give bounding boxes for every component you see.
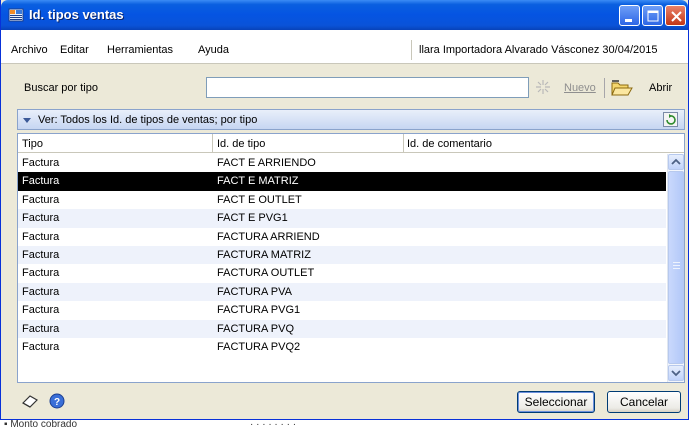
cell-id-tipo: FACTURA PVQ — [217, 322, 295, 335]
new-sparkle-icon — [536, 80, 550, 94]
table-row[interactable]: Factura FACTURA PVG1 — [18, 301, 666, 319]
chevron-down-icon — [671, 370, 681, 377]
cell-tipo: Factura — [22, 285, 60, 298]
cell-id-tipo: FACT E OUTLET — [217, 193, 302, 206]
chevron-down-icon — [23, 118, 31, 123]
types-table: Tipo Id. de tipo Id. de comentario Factu… — [17, 133, 685, 383]
cell-id-tipo: FACTURA ARRIEND — [217, 230, 320, 243]
background-window-strip: ▪ Monto cobrado · · · · · · · · — [0, 418, 689, 432]
title-bar[interactable]: Id. tipos ventas — [1, 0, 688, 30]
select-button[interactable]: Seleccionar — [517, 391, 595, 413]
window-title: Id. tipos ventas — [29, 7, 124, 22]
table-row[interactable]: Factura FACT E MATRIZ — [18, 172, 666, 191]
app-grid-icon — [8, 8, 24, 22]
table-row[interactable]: Factura FACTURA PVQ2 — [18, 338, 666, 356]
search-input[interactable] — [206, 77, 529, 98]
table-row[interactable]: Factura FACTURA OUTLET — [18, 264, 666, 282]
cell-id-tipo: FACT E MATRIZ — [217, 175, 299, 188]
toolbar-divider — [604, 78, 605, 98]
table-row[interactable]: Factura FACT E PVG1 — [18, 209, 666, 228]
scroll-down-button[interactable] — [668, 365, 684, 381]
table-body: Factura FACT E ARRIENDO Factura FACT E MAT… — [18, 154, 666, 356]
view-label[interactable]: Ver: Todos los Id. de tipos de ventas; p… — [38, 114, 257, 126]
open-button[interactable]: Abrir — [649, 82, 672, 94]
cell-id-tipo: FACTURA OUTLET — [217, 267, 315, 280]
eraser-icon[interactable] — [21, 394, 39, 408]
menu-divider — [411, 40, 412, 60]
cell-tipo: Factura — [22, 230, 60, 243]
menu-bar: Archivo Editar Herramientas Ayuda llara … — [1, 30, 688, 64]
cell-id-tipo: FACTURA PVQ2 — [217, 340, 301, 353]
table-row[interactable]: Factura FACTURA MATRIZ — [18, 245, 666, 265]
company-date-info: llara Importadora Alvarado Vásconez 30/0… — [419, 44, 658, 56]
view-selector-bar[interactable]: Ver: Todos los Id. de tipos de ventas; p… — [17, 109, 685, 130]
table-row[interactable]: Factura FACTURA PVA — [18, 282, 666, 302]
cell-id-tipo: FACTURA PVG1 — [217, 304, 301, 317]
cell-id-tipo: FACTURA MATRIZ — [217, 248, 311, 261]
maximize-icon — [647, 10, 659, 22]
column-header-id-tipo[interactable]: Id. de tipo — [217, 138, 265, 150]
svg-text:?: ? — [54, 397, 60, 408]
help-icon[interactable]: ? — [49, 393, 65, 409]
column-header-id-comentario[interactable]: Id. de comentario — [407, 138, 492, 150]
refresh-icon[interactable] — [663, 112, 678, 127]
close-icon — [671, 11, 682, 22]
table-header: Tipo Id. de tipo Id. de comentario — [18, 134, 684, 153]
table-row[interactable]: Factura FACT E ARRIENDO — [18, 154, 666, 172]
background-text: ▪ Monto cobrado — [4, 419, 78, 430]
cell-tipo: Factura — [22, 193, 60, 206]
cell-tipo: Factura — [22, 322, 60, 335]
new-button[interactable]: Nuevo — [564, 82, 596, 94]
folder-open-icon[interactable] — [611, 79, 633, 97]
cancel-button[interactable]: Cancelar — [607, 391, 681, 413]
background-text: · · · · · · · · — [250, 419, 297, 430]
cell-tipo: Factura — [22, 175, 60, 188]
table-row[interactable]: Factura FACTURA PVQ — [18, 319, 666, 338]
scroll-grip — [673, 268, 680, 269]
menu-herramientas[interactable]: Herramientas — [107, 44, 173, 56]
scroll-thumb[interactable] — [668, 171, 684, 364]
menu-archivo[interactable]: Archivo — [11, 44, 48, 56]
column-divider[interactable] — [212, 134, 213, 153]
cell-tipo: Factura — [22, 212, 60, 225]
dialog-window: Id. tipos ventas Archivo Editar Herramie… — [0, 0, 689, 420]
cell-tipo: Factura — [22, 157, 60, 169]
minimize-icon — [625, 19, 632, 22]
table-row[interactable]: Factura FACTURA ARRIEND — [18, 228, 666, 246]
column-divider[interactable] — [403, 134, 404, 153]
cell-tipo: Factura — [22, 248, 60, 261]
menu-ayuda[interactable]: Ayuda — [198, 44, 229, 56]
vertical-scrollbar[interactable] — [667, 154, 684, 382]
chevron-up-icon — [671, 158, 681, 165]
search-label: Buscar por tipo — [24, 82, 98, 94]
cell-id-tipo: FACT E PVG1 — [217, 212, 288, 225]
cell-id-tipo: FACTURA PVA — [217, 285, 292, 298]
scroll-grip — [673, 265, 680, 266]
scroll-up-button[interactable] — [668, 154, 684, 170]
minimize-button[interactable] — [619, 5, 640, 26]
maximize-button[interactable] — [642, 5, 663, 26]
cell-tipo: Factura — [22, 304, 60, 317]
column-header-tipo[interactable]: Tipo — [22, 138, 43, 150]
scroll-grip — [673, 262, 680, 263]
cell-tipo: Factura — [22, 340, 60, 353]
cell-tipo: Factura — [22, 267, 60, 280]
close-button[interactable] — [665, 5, 686, 26]
table-row[interactable]: Factura FACT E OUTLET — [18, 191, 666, 209]
cell-id-tipo: FACT E ARRIENDO — [217, 157, 316, 169]
menu-editar[interactable]: Editar — [60, 44, 89, 56]
